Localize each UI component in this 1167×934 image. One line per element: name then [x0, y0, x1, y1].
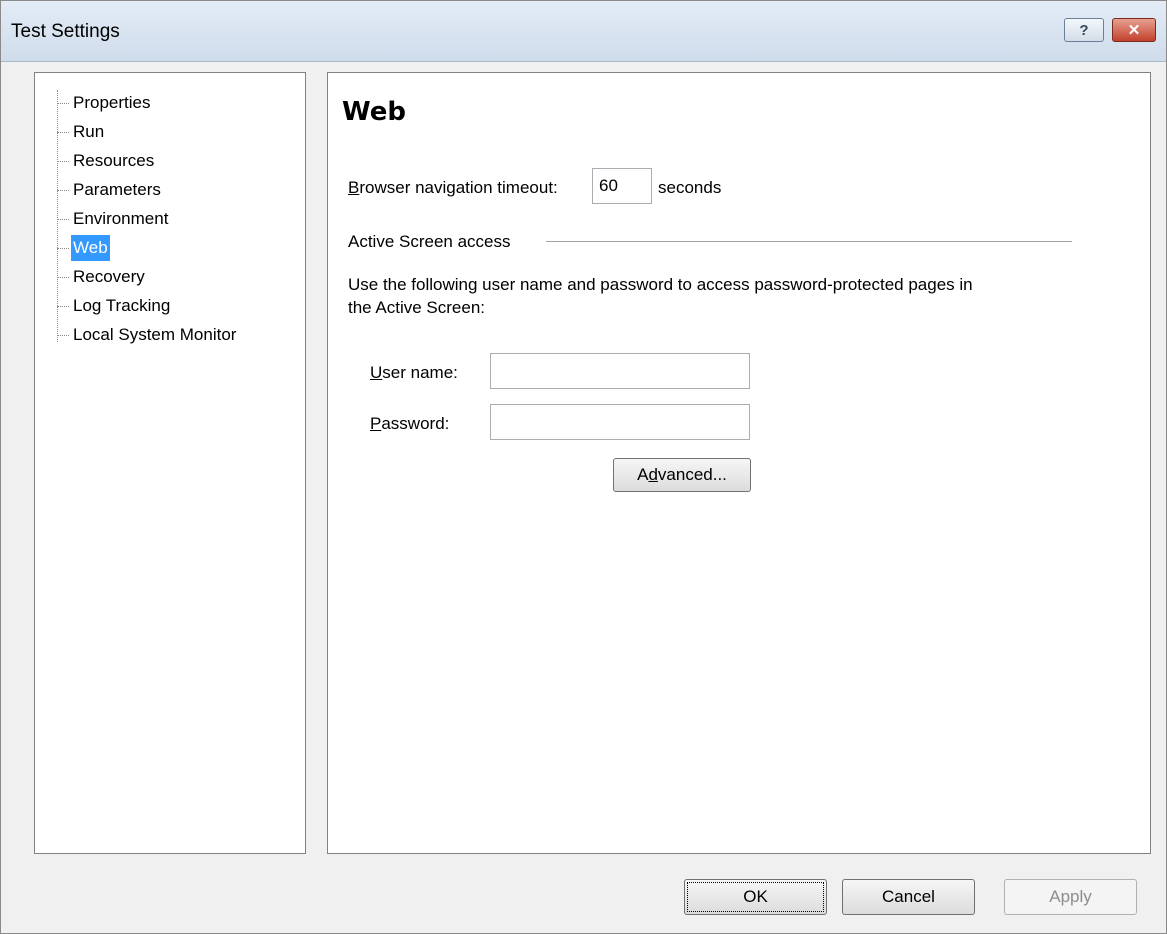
web-settings-panel: Web Browser navigation timeout: seconds …: [327, 72, 1151, 854]
ok-button[interactable]: OK: [684, 879, 827, 915]
ok-button-label: OK: [743, 887, 768, 906]
title-bar[interactable]: Test Settings ? ✕: [1, 1, 1166, 62]
password-label-accelerator: P: [370, 414, 382, 433]
tree-item-label: Environment: [73, 209, 169, 228]
tree-branch-line: [57, 160, 69, 162]
tree-item-log-tracking[interactable]: Log Tracking: [57, 293, 172, 319]
tree-item-resources[interactable]: Resources: [57, 148, 156, 174]
advanced-label-part: A: [637, 465, 649, 484]
tree-item-recovery[interactable]: Recovery: [57, 264, 147, 290]
group-divider: [546, 241, 1072, 242]
settings-tree[interactable]: Properties Run Resources Parameters Envi…: [34, 72, 306, 854]
password-input[interactable]: [490, 404, 750, 440]
tree-item-label: Run: [73, 122, 105, 141]
timeout-label: Browser navigation timeout:: [348, 178, 558, 198]
tree-item-local-system-monitor[interactable]: Local System Monitor: [57, 322, 238, 348]
timeout-label-text: rowser navigation timeout:: [359, 178, 558, 197]
tree-item-label: Log Tracking: [73, 296, 171, 315]
username-label: User name:: [370, 363, 458, 383]
active-screen-description-line1: Use the following user name and password…: [348, 275, 973, 294]
apply-button[interactable]: Apply: [1004, 879, 1137, 915]
tree-item-web[interactable]: Web: [57, 235, 110, 261]
timeout-input[interactable]: [592, 168, 652, 204]
help-button[interactable]: ?: [1064, 18, 1104, 42]
timeout-unit-label: seconds: [658, 178, 722, 197]
tree-item-properties[interactable]: Properties: [57, 90, 152, 116]
tree-branch-line: [57, 102, 69, 104]
tree-item-label: Recovery: [73, 267, 145, 286]
username-label-text: ser name:: [382, 363, 458, 382]
tree-branch-line: [57, 334, 69, 336]
cancel-button-label: Cancel: [882, 887, 935, 906]
timeout-label-accelerator: B: [348, 178, 360, 197]
active-screen-group-label: Active Screen access: [348, 232, 511, 251]
tree-item-label: Properties: [73, 93, 151, 112]
tree-item-label: Web: [71, 235, 110, 261]
tree-branch-line: [57, 189, 69, 191]
tree-item-run[interactable]: Run: [57, 119, 106, 145]
page-title: Web: [342, 97, 406, 127]
close-icon: ✕: [1127, 22, 1141, 39]
tree-item-label: Resources: [73, 151, 155, 170]
help-icon: ?: [1079, 21, 1089, 39]
tree-branch-line: [57, 131, 69, 133]
username-label-accelerator: U: [370, 363, 383, 382]
username-input[interactable]: [490, 353, 750, 389]
tree-branch-line: [57, 247, 69, 249]
password-label: Password:: [370, 414, 449, 434]
advanced-button[interactable]: Advanced...: [613, 458, 751, 492]
password-label-text: assword:: [381, 414, 450, 433]
tree-item-parameters[interactable]: Parameters: [57, 177, 163, 203]
tree-branch-line: [57, 218, 69, 220]
tree-branch-line: [57, 305, 69, 307]
close-button[interactable]: ✕: [1112, 18, 1156, 42]
window-title: Test Settings: [11, 21, 120, 42]
tree-item-label: Parameters: [73, 180, 161, 199]
cancel-button[interactable]: Cancel: [842, 879, 975, 915]
apply-button-label: Apply: [1049, 887, 1092, 906]
tree-branch-line: [57, 276, 69, 278]
active-screen-description-line2: the Active Screen:: [348, 298, 486, 317]
tree-item-environment[interactable]: Environment: [57, 206, 170, 232]
advanced-label-part: vanced...: [657, 465, 727, 484]
advanced-label-accelerator: d: [648, 465, 658, 484]
advanced-button-label: Advanced...: [637, 465, 727, 485]
test-settings-dialog: Test Settings ? ✕ Properties Run Resourc…: [0, 0, 1167, 934]
tree-item-label: Local System Monitor: [73, 325, 237, 344]
